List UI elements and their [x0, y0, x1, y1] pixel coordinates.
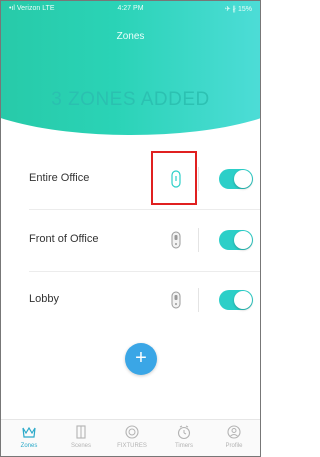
scenes-icon: [76, 425, 86, 439]
toggle-knob: [234, 231, 252, 249]
tab-label: Zones: [20, 443, 38, 449]
page-title: Zones: [116, 31, 145, 42]
toggle-knob: [234, 170, 252, 188]
row-separator: [198, 288, 199, 312]
zone-toggle[interactable]: [219, 290, 253, 310]
clock: 4:27 PM: [117, 5, 144, 12]
highlight-box: [151, 151, 197, 205]
zone-toggle[interactable]: [219, 230, 253, 250]
zone-row-entire-office[interactable]: Entire Office: [1, 153, 260, 207]
add-zone-button[interactable]: +: [125, 343, 157, 375]
tab-label: Profile: [225, 443, 243, 449]
tab-label: FIXTURES: [117, 443, 147, 449]
switch-icon[interactable]: [169, 229, 183, 251]
row-divider: [29, 271, 260, 272]
tab-timers[interactable]: Timers: [158, 424, 210, 449]
row-divider: [29, 209, 260, 210]
tab-scenes[interactable]: Scenes: [55, 424, 107, 449]
zone-row-front-of-office[interactable]: Front of Office: [1, 214, 260, 268]
header-background: [1, 1, 260, 135]
row-separator: [198, 167, 199, 191]
status-bar: •ıl Verizon LTE 4:27 PM ✈ ∦ 15%: [1, 1, 260, 17]
tab-fixtures[interactable]: FIXTURES: [106, 424, 158, 449]
zone-name: Entire Office: [29, 172, 90, 184]
fixtures-icon: [125, 425, 139, 439]
zone-name: Front of Office: [29, 233, 99, 245]
profile-icon: [227, 425, 241, 439]
toggle-knob: [234, 291, 252, 309]
tab-bar: Zones Scenes FIXTURES Timers Profile: [1, 419, 260, 456]
app-screen: •ıl Verizon LTE 4:27 PM ✈ ∦ 15% Zones 3 …: [0, 0, 261, 457]
tab-profile[interactable]: Profile: [208, 424, 260, 449]
row-separator: [198, 228, 199, 252]
timer-icon: [177, 425, 191, 440]
zones-icon: [22, 426, 36, 438]
switch-icon[interactable]: [169, 289, 183, 311]
zones-count-banner: 3 ZONES ADDED: [51, 89, 210, 110]
battery-status: ✈ ∦ 15%: [224, 6, 252, 13]
tab-zones[interactable]: Zones: [3, 424, 55, 449]
zone-name: Lobby: [29, 293, 59, 305]
tab-label: Timers: [174, 443, 194, 449]
zone-toggle[interactable]: [219, 169, 253, 189]
zone-row-lobby[interactable]: Lobby: [1, 274, 260, 328]
tab-label: Scenes: [70, 443, 91, 449]
